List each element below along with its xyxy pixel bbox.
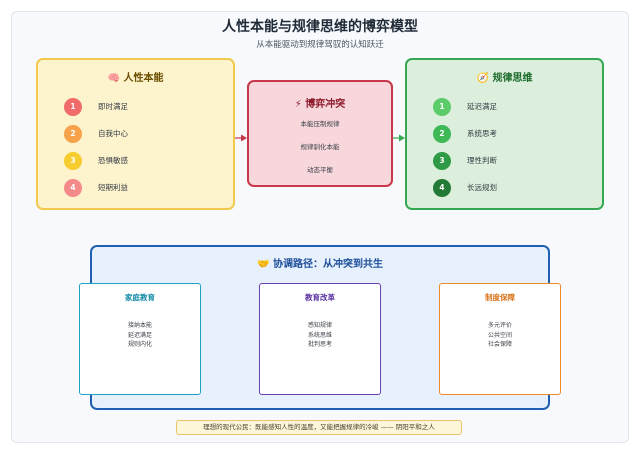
card-item: 公共空间: [487, 331, 512, 339]
card-title: 制度保障: [485, 293, 515, 302]
card-title: 家庭教育: [125, 293, 155, 302]
card-list: 感知规律 系统思维 批判思考: [260, 321, 380, 350]
card-item: 延迟满足: [127, 331, 152, 339]
card-item: 多元评价: [487, 322, 512, 329]
card-title: 教育改革: [305, 293, 335, 302]
card-item: 规则内化: [127, 341, 152, 348]
family-education-card: 家庭教育 接纳本能 延迟满足 规则内化: [79, 283, 201, 395]
card-item: 批判思考: [307, 341, 332, 348]
arrowhead-right: [399, 134, 405, 142]
institution-card: 制度保障 多元评价 公共空间 社会保障: [439, 283, 561, 395]
card-item: 系统思维: [307, 331, 332, 339]
card-item: 社会保障: [487, 341, 512, 348]
card-item: 接纳本能: [127, 322, 152, 329]
card-item: 感知规律: [307, 322, 332, 329]
education-reform-card: 教育改革 感知规律 系统思维 批判思考: [259, 283, 381, 395]
coordination-panel-title: 🤝 协调路径：从冲突到共生: [257, 259, 383, 270]
arrowhead-left: [241, 134, 247, 142]
card-list: 接纳本能 延迟满足 规则内化: [80, 321, 200, 350]
card-list: 多元评价 公共空间 社会保障: [440, 321, 560, 350]
footer-note: 理想的现代公民：既能感知人性的温度，又能把握规律的冷峻 —— 阴阳平和之人: [176, 420, 462, 435]
